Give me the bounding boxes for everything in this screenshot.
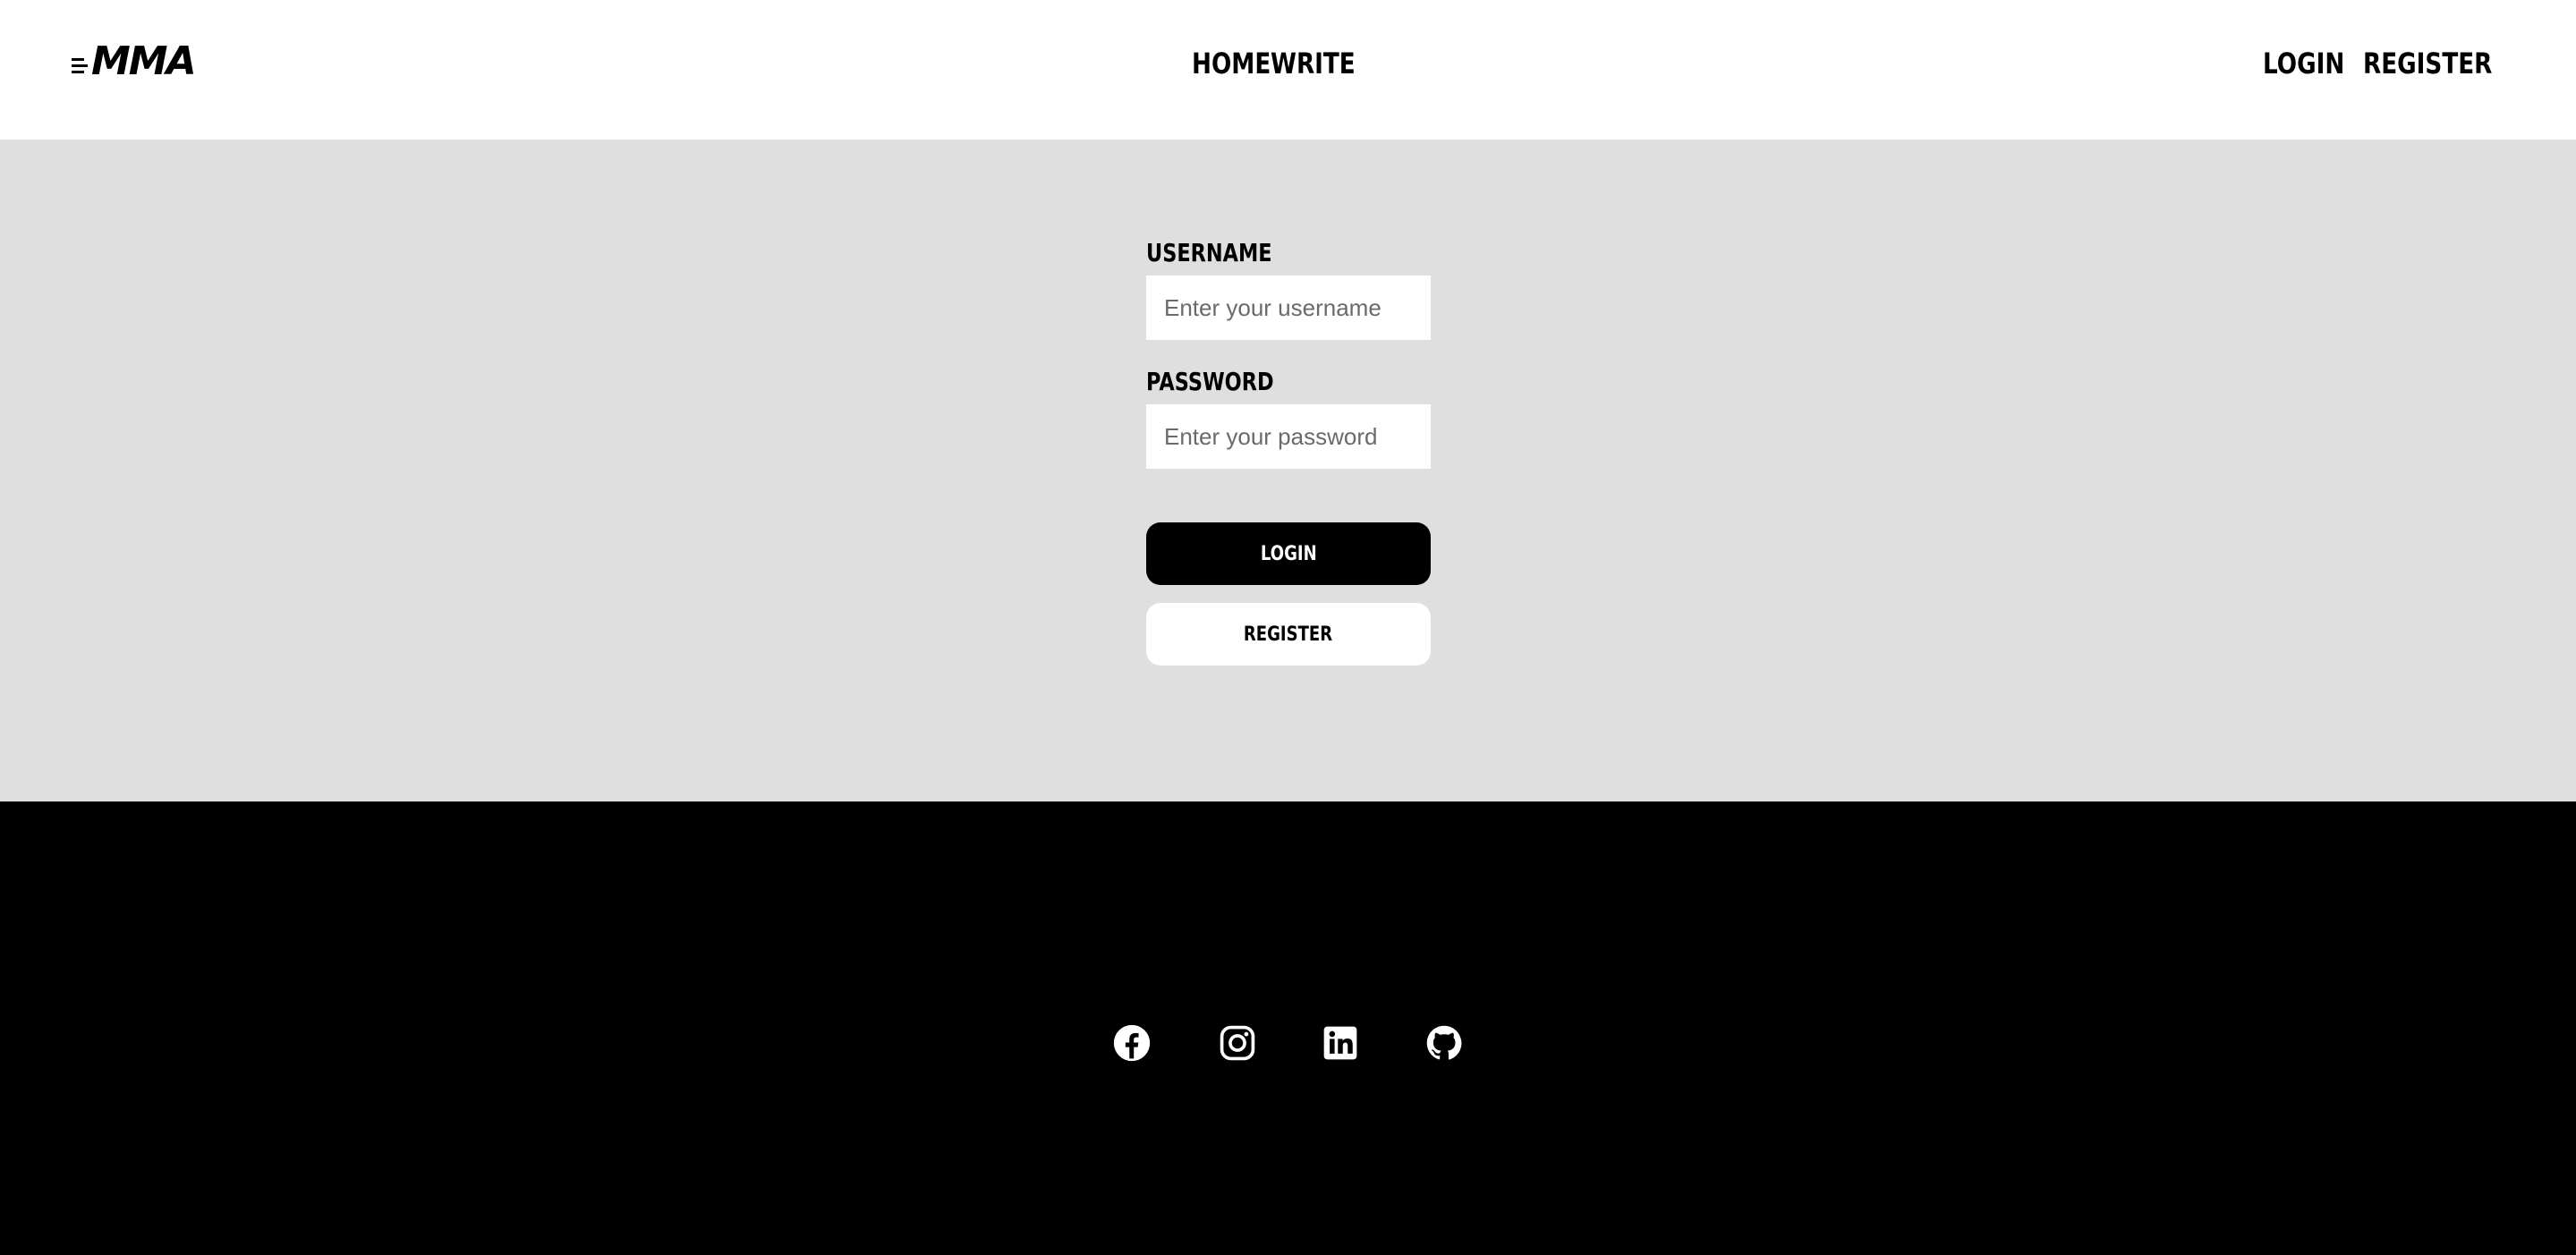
nav-register-link[interactable]: REGISTER — [2363, 47, 2492, 81]
login-form: USERNAME PASSWORD LOGIN REGISTER — [1146, 238, 1431, 666]
username-label: USERNAME — [1146, 238, 1272, 267]
username-input[interactable] — [1146, 276, 1431, 340]
register-button-label: REGISTER — [1244, 623, 1333, 646]
register-button[interactable]: REGISTER — [1146, 603, 1431, 666]
login-button-label: LOGIN — [1260, 542, 1317, 565]
instagram-icon[interactable] — [1218, 1023, 1257, 1063]
site-footer — [0, 801, 2576, 1255]
password-label: PASSWORD — [1146, 367, 1274, 396]
login-button[interactable]: LOGIN — [1146, 522, 1431, 585]
facebook-icon[interactable] — [1112, 1023, 1152, 1063]
main-content: USERNAME PASSWORD LOGIN REGISTER — [0, 140, 2576, 801]
logo-text: MMA — [91, 38, 197, 84]
site-header: MMA HOME WRITE LOGIN REGISTER — [0, 0, 2576, 140]
nav-home-link[interactable]: HOME — [1192, 47, 1271, 81]
nav-write-link[interactable]: WRITE — [1271, 47, 1356, 81]
password-input[interactable] — [1146, 404, 1431, 469]
logo-speed-lines-icon — [72, 57, 88, 73]
linkedin-icon[interactable] — [1321, 1023, 1360, 1063]
github-icon[interactable] — [1424, 1023, 1464, 1063]
nav-login-link[interactable]: LOGIN — [2263, 47, 2344, 81]
site-logo[interactable]: MMA — [72, 38, 197, 84]
